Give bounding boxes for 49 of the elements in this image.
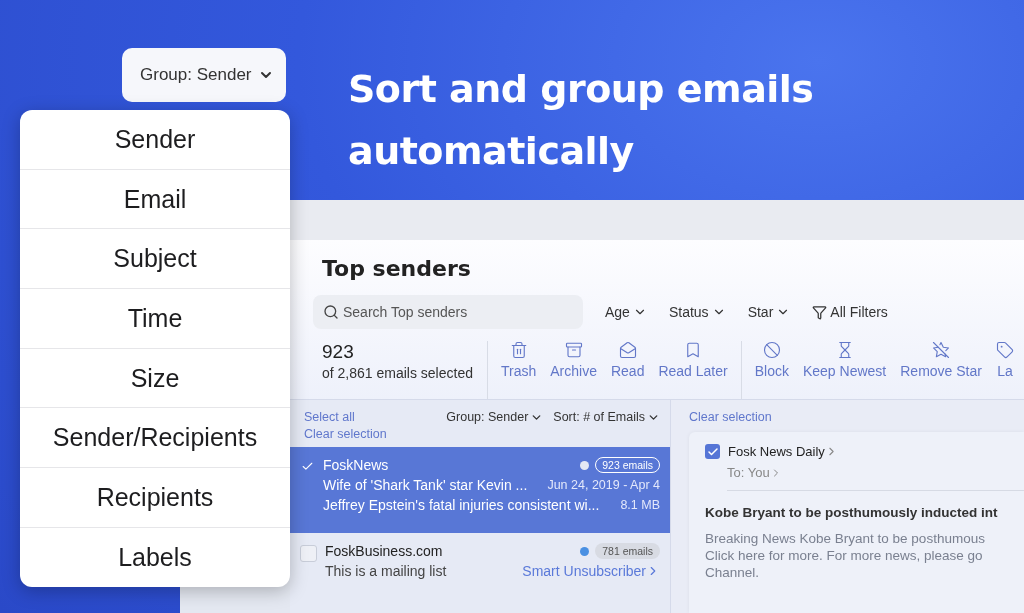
email-subject: Wife of 'Shark Tank' star Kevin ...	[323, 477, 528, 493]
select-all-link[interactable]: Select all	[304, 410, 387, 424]
envelope-icon	[618, 341, 637, 359]
email-subject: This is a mailing list	[325, 563, 447, 579]
menu-item[interactable]: Sender	[20, 110, 290, 169]
toolbar-button[interactable]: Trash	[498, 341, 540, 399]
filter-icon	[812, 304, 828, 320]
toolbar-button[interactable]: Block	[751, 341, 792, 399]
tag-icon	[995, 341, 1014, 359]
email-preview: Breaking News Kobe Bryant to be posthumous Click here for more. For more news, please go Channel.	[705, 530, 986, 581]
block-icon	[762, 341, 781, 359]
sender-name: FoskNews	[323, 457, 389, 473]
checkbox[interactable]	[705, 444, 720, 459]
toolbar-button[interactable]: Archive	[547, 341, 600, 399]
filter-dropdown[interactable]: Status	[668, 304, 726, 320]
toolbar-button[interactable]: La	[992, 341, 1017, 399]
sender-link[interactable]: Fosk News Daily	[728, 444, 838, 459]
email-subject: Jeffrey Epstein's fatal injuries consistent wi...	[323, 497, 600, 513]
clear-selection-link[interactable]: Clear selection	[304, 427, 387, 441]
search-field[interactable]: Search Top senders	[313, 295, 583, 329]
sender-row[interactable]: FoskBusiness.com 781 emails This is a mailing list Smart Unsubscriber	[290, 533, 670, 587]
sender-row[interactable]: FoskNews 923 emails Wife of 'Shark Tank' star Kevin ... Jun 24, 2019 - Apr 4 Jeffrey Epstein's fatal injuries consistent wi... 8.1 MB	[290, 447, 670, 533]
smart-unsubscriber-link[interactable]: Smart Unsubscriber	[522, 563, 660, 579]
headline: Sort and group emails automatically	[348, 66, 815, 175]
filter-button[interactable]: All Filters	[812, 304, 888, 320]
email-subject: Kobe Bryant to be posthumously inducted int	[705, 505, 999, 520]
sort-dropdown[interactable]: Sort: # of Emails	[553, 410, 660, 424]
toolbar-button[interactable]: Read	[607, 341, 648, 399]
page-title: Top senders	[322, 256, 472, 281]
filter-dropdown[interactable]: Age	[605, 304, 647, 320]
toolbar-button[interactable]: Keep Newest	[799, 341, 890, 399]
size-label: 8.1 MB	[620, 498, 660, 512]
archive-icon	[564, 341, 583, 359]
checkbox[interactable]	[300, 545, 317, 562]
selected-caption: of 2,861 emails selected	[322, 365, 474, 381]
toolbar-button[interactable]: Read Later	[655, 341, 731, 399]
sender-name: FoskBusiness.com	[325, 543, 443, 559]
menu-item[interactable]: Email	[20, 168, 290, 229]
date-range: Jun 24, 2019 - Apr 4	[547, 478, 660, 492]
group-dropdown-button[interactable]: Group: Sender	[122, 48, 286, 102]
filter-dropdown[interactable]: Star	[747, 304, 791, 320]
toolbar-button[interactable]: Remove Star	[897, 341, 985, 399]
clear-selection-link[interactable]: Clear selection	[689, 410, 1024, 424]
trash-icon	[509, 341, 528, 359]
search-icon	[323, 304, 339, 320]
star-icon	[932, 341, 951, 359]
group-dropdown[interactable]: Group: Sender	[446, 410, 544, 424]
selected-count: 923	[322, 341, 355, 363]
email-count-badge: 781 emails	[595, 543, 660, 559]
